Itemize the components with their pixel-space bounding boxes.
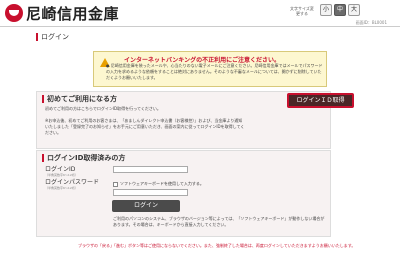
first-time-note: ※お申込後、初めてご利用のお客さまは、「あましんダイレクト申込書（お客様控）」お… [45, 118, 245, 135]
bank-logo-icon [5, 4, 23, 22]
acquire-login-id-button[interactable]: ログインＩＤ取得 [287, 93, 354, 108]
fraud-warning-notice: インターネットバンキングの不正利用にご注意ください。 ● 尼崎信用金庫を装ったメ… [93, 51, 327, 87]
page-title: ログイン [36, 33, 69, 41]
font-size-large-button[interactable]: 大 [348, 4, 360, 16]
site-header: 尼崎信用金庫 文字サイズ変更する 小 中 大 画面ID：BL0001 [0, 0, 400, 28]
first-time-title: 初めてご利用になる方 [42, 95, 117, 103]
password-input[interactable] [113, 189, 188, 196]
first-time-description: 初めてご利用の方はこちらでログインID取得を行ってください。 [45, 106, 161, 111]
login-id-hint: （半角英数字6〜12桁） [45, 173, 78, 177]
font-size-medium-button[interactable]: 中 [334, 4, 346, 16]
bank-name: 尼崎信用金庫 [26, 5, 120, 23]
header-divider [0, 26, 400, 27]
software-keyboard-label: ソフトウェアキーボードを使用して入力する。 [120, 181, 204, 186]
notice-body: ● 尼崎信用金庫を装ったメールや、心当たりのない電子メールにご注意ください。尼崎… [106, 63, 323, 80]
login-id-input[interactable] [113, 166, 188, 173]
login-button[interactable]: ログイン [112, 200, 180, 212]
font-size-small-button[interactable]: 小 [320, 4, 332, 16]
login-panel: ログインID取得済みの方 ログインID （半角英数字6〜12桁） ログインパスワ… [36, 150, 331, 237]
login-panel-title: ログインID取得済みの方 [42, 154, 125, 162]
login-id-label: ログインID [45, 166, 76, 173]
environment-note: ご利用のパソコンのシステム、ブラウザのバージョン等によっては、「ソフトウェアキー… [113, 216, 325, 227]
software-keyboard-checkbox[interactable] [113, 182, 118, 187]
browser-warning: ブラウザの「戻る」「進む」ボタン等はご使用にならないでください。また、強制終了し… [78, 243, 356, 248]
password-label: ログインパスワード [45, 179, 100, 186]
password-hint: （半角英数字6〜12桁） [45, 186, 78, 190]
font-size-label: 文字サイズ変更する [290, 6, 314, 16]
